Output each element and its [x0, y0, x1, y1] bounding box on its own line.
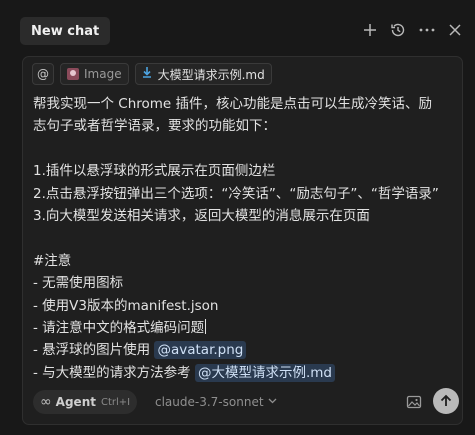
agent-mode-button[interactable]: ∞ Agent Ctrl+I — [33, 390, 138, 414]
request-line-text: - 与大模型的请求方法参考 — [33, 364, 195, 381]
chevron-down-icon — [268, 397, 277, 407]
history-icon[interactable] — [388, 20, 408, 40]
file-chip[interactable]: 大模型请求示例.md — [134, 63, 272, 85]
send-button[interactable] — [433, 388, 459, 414]
request-example-mention[interactable]: @大模型请求示例.md — [194, 363, 335, 382]
message-input[interactable]: 帮我实现一个 Chrome 插件，核心功能是点击可以生成冷笑话、励 志句子或者哲… — [33, 93, 458, 384]
message-line-avatar: - 悬浮球的图片使用 @avatar.png — [33, 339, 458, 361]
close-icon[interactable] — [445, 20, 465, 40]
message-line: - 使用V3版本的manifest.json — [33, 297, 219, 314]
chat-header: New chat — [0, 0, 475, 58]
model-name: claude-3.7-sonnet — [155, 395, 264, 409]
model-selector[interactable]: claude-3.7-sonnet — [155, 390, 277, 414]
image-upload-icon[interactable] — [406, 394, 422, 410]
message-line — [33, 138, 458, 160]
arrow-up-icon — [440, 392, 452, 411]
image-chip-label: Image — [84, 67, 122, 81]
agent-label: Agent — [55, 395, 96, 409]
image-chip[interactable]: Image — [60, 63, 129, 85]
chat-composer[interactable]: @ Image 大模型请求示例.md 帮我实现一个 Chrome 插件，核心功能… — [22, 56, 463, 425]
chat-window: New chat @ Image 大模型请求示例.md 帮我实现一个 Chrom… — [0, 0, 475, 435]
composer-footer: ∞ Agent Ctrl+I claude-3.7-sonnet — [33, 388, 459, 414]
plus-icon[interactable] — [360, 20, 380, 40]
image-icon — [67, 68, 79, 80]
message-line-request: - 与大模型的请求方法参考 @大模型请求示例.md — [33, 362, 458, 384]
download-icon — [142, 67, 152, 81]
tab-title: New chat — [31, 23, 100, 39]
context-chips: @ Image 大模型请求示例.md — [32, 63, 272, 85]
message-line: - 请注意中文的格式编码问题 — [33, 319, 205, 336]
message-line: #注意 — [33, 252, 72, 269]
message-line: 3.向大模型发送相关请求，返回大模型的消息展示在页面 — [33, 207, 370, 224]
message-line: 2.点击悬浮按钮弹出三个选项：“冷笑话”、“励志句子”、“哲学语录” — [33, 185, 439, 202]
avatar-line-text: - 悬浮球的图片使用 — [33, 342, 155, 359]
text-cursor — [205, 318, 207, 334]
add-context-button[interactable]: @ — [32, 63, 54, 85]
message-line: - 无需使用图标 — [33, 275, 124, 292]
message-line: 帮我实现一个 Chrome 插件，核心功能是点击可以生成冷笑话、励 — [33, 96, 433, 112]
more-icon[interactable] — [417, 20, 437, 40]
file-chip-label: 大模型请求示例.md — [157, 67, 265, 82]
tab-new-chat[interactable]: New chat — [20, 17, 111, 45]
message-line — [33, 227, 458, 249]
at-icon: @ — [37, 67, 49, 81]
agent-shortcut: Ctrl+I — [100, 396, 131, 408]
message-line: 1.插件以悬浮球的形式展示在页面侧边栏 — [33, 163, 276, 180]
message-line-with-cursor: - 请注意中文的格式编码问题 — [33, 317, 458, 339]
avatar-mention[interactable]: @avatar.png — [154, 341, 247, 360]
infinity-icon: ∞ — [40, 394, 52, 410]
message-line: 志句子或者哲学语录，要求的功能如下： — [33, 118, 276, 135]
